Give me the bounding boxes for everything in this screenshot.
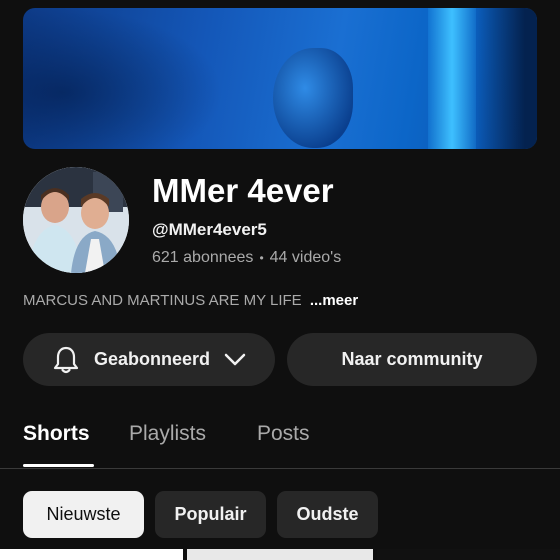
chevron-down-icon: [224, 353, 246, 365]
channel-tabs: Shorts Playlists Posts: [0, 410, 560, 469]
channel-banner: [23, 8, 537, 149]
channel-avatar[interactable]: [23, 167, 129, 273]
tab-posts[interactable]: Posts: [257, 422, 310, 446]
banner-light-stripe: [428, 8, 476, 149]
channel-name: MMer 4ever: [152, 172, 334, 209]
more-link[interactable]: ...meer: [310, 292, 358, 309]
chip-newest[interactable]: Nieuwste: [23, 491, 144, 538]
short-thumbnail[interactable]: [187, 549, 373, 560]
stats-separator: •: [259, 251, 264, 265]
community-label: Naar community: [341, 349, 483, 369]
channel-stats: 621 abonnees • 44 video's: [152, 249, 341, 267]
avatar-photo: [23, 167, 129, 273]
tab-shorts[interactable]: Shorts: [23, 422, 90, 446]
active-tab-indicator: [23, 464, 94, 467]
banner-shadow: [23, 8, 223, 149]
subscribed-label: Geabonneerd: [93, 349, 211, 369]
banner-edge: [477, 8, 537, 149]
description-text: MARCUS AND MARTINUS ARE MY LIFE: [23, 292, 302, 309]
video-count: 44 video's: [269, 249, 342, 266]
short-thumbnail[interactable]: [0, 549, 183, 560]
channel-description[interactable]: MARCUS AND MARTINUS ARE MY LIFE ...meer: [23, 292, 358, 309]
chip-popular[interactable]: Populair: [155, 491, 266, 538]
subscriber-count: 621 abonnees: [152, 249, 254, 266]
bell-icon: [53, 346, 79, 373]
banner-figure: [273, 48, 353, 148]
channel-handle: @MMer4ever5: [152, 220, 267, 239]
community-button[interactable]: Naar community: [287, 333, 537, 386]
tab-playlists[interactable]: Playlists: [129, 422, 206, 446]
chip-oldest[interactable]: Oudste: [277, 491, 378, 538]
short-thumbnail[interactable]: [377, 549, 560, 560]
subscribed-button[interactable]: Geabonneerd: [23, 333, 275, 386]
